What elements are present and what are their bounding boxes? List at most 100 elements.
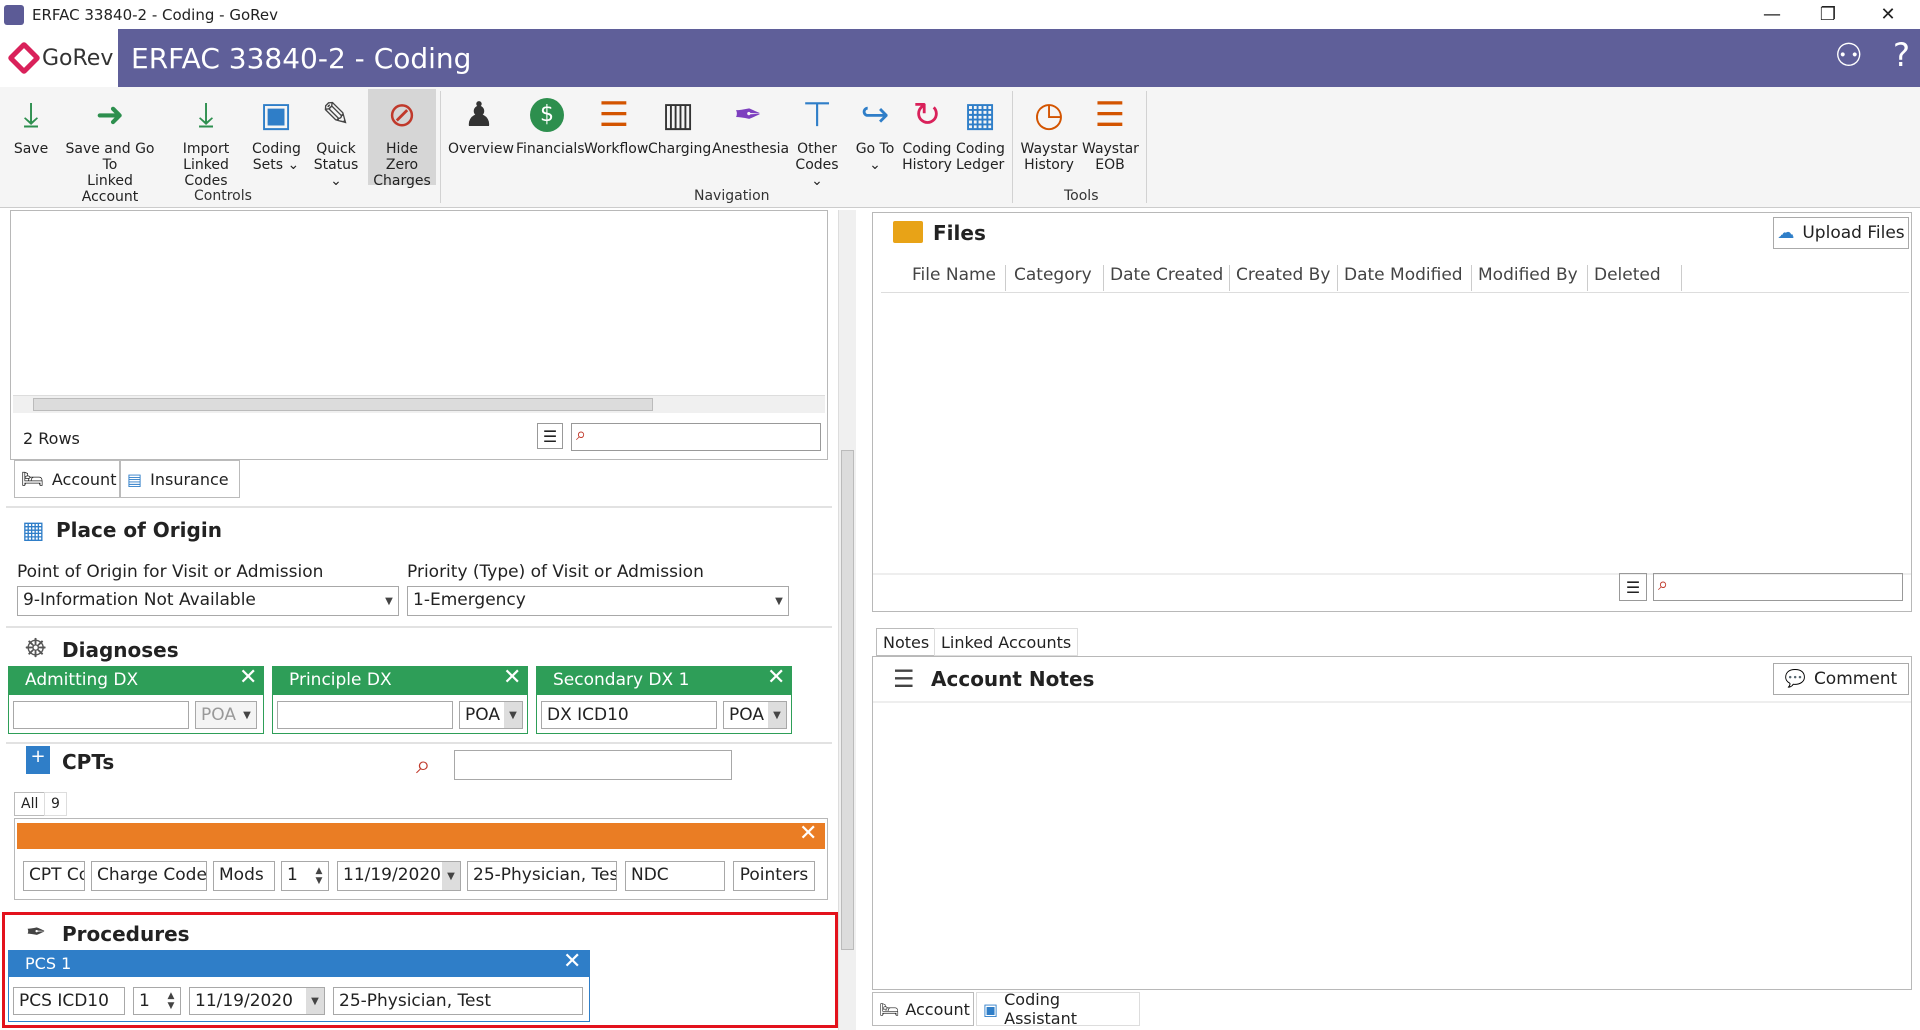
import-linked-codes-button[interactable]: ⤓ Import Linked Codes (164, 93, 248, 189)
cpt-card-header (17, 823, 825, 849)
close-icon[interactable]: ✕ (563, 949, 581, 974)
tab-notes[interactable]: Notes (876, 628, 937, 656)
restore-button[interactable]: ❐ (1800, 0, 1856, 29)
mods-input[interactable]: Mods (213, 861, 275, 891)
admitting-dx-poa-select[interactable]: POA ▼ (195, 701, 257, 729)
charge-code-input[interactable]: Charge Code (91, 861, 207, 891)
stepper-arrows-icon[interactable]: ▲ ▼ (310, 862, 328, 890)
logo-text: GoRev (42, 45, 114, 71)
priority-select[interactable]: 1-Emergency ▼ (407, 586, 789, 616)
column-created-by[interactable]: Created By (1230, 265, 1338, 291)
charging-button[interactable]: ▥ Charging (648, 93, 711, 157)
close-icon[interactable]: ✕ (239, 665, 257, 690)
menu-icon: ☰ (1625, 577, 1641, 597)
overview-button[interactable]: ♟ Overview (448, 93, 514, 157)
hierarchy-icon: ⊤ (802, 95, 832, 135)
app-window: ERFAC 33840-2 - Coding - GoRev — ❐ ✕ GoR… (0, 0, 1920, 1030)
bottom-tab-coding-assistant[interactable]: ▣ Coding Assistant (976, 990, 1140, 1028)
pcs-physician-input[interactable]: 25-Physician, Test (333, 987, 583, 1015)
admitting-dx-header: Admitting DX (9, 667, 263, 695)
minimize-button[interactable]: — (1744, 0, 1800, 29)
scrollbar-thumb[interactable] (841, 450, 854, 950)
secondary-dx-input[interactable]: DX ICD10 (541, 701, 717, 729)
principle-dx-input[interactable] (277, 701, 453, 729)
close-icon[interactable]: ✕ (503, 665, 521, 690)
close-icon[interactable]: ✕ (799, 821, 817, 846)
pcs-icd10-input[interactable]: PCS ICD10 (13, 987, 125, 1015)
grid-menu-button[interactable]: ☰ (537, 423, 563, 449)
ribbon-group-controls: Controls (194, 188, 252, 204)
bed-icon: 🛏 (21, 468, 44, 490)
cpt-physician-input[interactable]: 25-Physician, Test (467, 861, 617, 891)
ndc-input[interactable]: NDC (625, 861, 725, 891)
horizontal-scrollbar[interactable] (13, 395, 825, 413)
anesthesia-button[interactable]: ✒ Anesthesia (712, 93, 789, 157)
other-codes-button[interactable]: ⊤ Other Codes ⌄ (792, 93, 842, 189)
cpts-heading: CPTs (62, 750, 115, 774)
go-to-button[interactable]: ↪ Go To ⌄ (852, 93, 898, 173)
cpt-date-input[interactable]: 11/19/2020 ▼ (337, 861, 461, 891)
save-button[interactable]: ⤓ Save (8, 93, 54, 157)
cpt-tab-9[interactable]: 9 (44, 792, 67, 816)
save-and-go-to-linked-account-button[interactable]: ➜ Save and Go To Linked Account (60, 93, 160, 205)
secondary-dx-poa-select[interactable]: POA ▼ (723, 701, 787, 729)
comment-icon: 💬 (1784, 669, 1806, 689)
tab-linked-accounts[interactable]: Linked Accounts (934, 628, 1079, 656)
close-icon[interactable]: ✕ (767, 665, 785, 690)
chevron-down-icon: ▼ (243, 709, 251, 721)
chevron-down-icon: ▼ (306, 988, 324, 1014)
diagnoses-icon: ☸ (24, 634, 48, 664)
coding-sets-button[interactable]: ▣ Coding Sets ⌄ (252, 93, 301, 173)
column-deleted[interactable]: Deleted (1588, 265, 1682, 291)
scrollbar-thumb[interactable] (33, 398, 653, 411)
comment-button[interactable]: 💬 Comment (1773, 663, 1909, 695)
stepper-arrows-icon[interactable]: ▲ ▼ (162, 988, 180, 1014)
divider (873, 701, 1911, 703)
column-category[interactable]: Category (1008, 265, 1104, 291)
cpt-tab-all[interactable]: All (14, 792, 46, 816)
cpt-search-icon[interactable]: ⌕ (416, 750, 431, 781)
bottom-tab-account[interactable]: 🛏 Account (872, 992, 974, 1026)
pcs-qty-stepper[interactable]: 1 ▲ ▼ (133, 987, 181, 1015)
window-title: ERFAC 33840-2 - Coding - GoRev (32, 5, 278, 24)
ribbon-group-tools: Tools (1064, 188, 1099, 204)
pcs-date-input[interactable]: 11/19/2020 ▼ (189, 987, 325, 1015)
left-vertical-scrollbar[interactable] (838, 210, 856, 1030)
divider (6, 506, 832, 508)
upload-files-button[interactable]: ☁ Upload Files (1773, 217, 1909, 249)
files-menu-button[interactable]: ☰ (1619, 573, 1647, 601)
column-date-created[interactable]: Date Created (1104, 265, 1230, 291)
principle-dx-poa-select[interactable]: POA ▼ (459, 701, 523, 729)
help-icon[interactable]: ? (1893, 36, 1910, 74)
coding-history-button[interactable]: ↻ Coding History (902, 93, 952, 173)
hide-zero-charges-button[interactable]: ⊘ Hide Zero Charges (368, 89, 436, 189)
admitting-dx-input[interactable] (13, 701, 189, 729)
waystar-history-button[interactable]: ◷ Waystar History (1018, 93, 1080, 173)
close-window-button[interactable]: ✕ (1860, 0, 1916, 29)
list-icon: ☰ (598, 95, 630, 135)
cpt-qty-stepper[interactable]: 1 ▲ ▼ (281, 861, 329, 891)
tab-account[interactable]: 🛏 Account (14, 460, 120, 498)
column-modified-by[interactable]: Modified By (1472, 265, 1588, 291)
ledger-icon: ▦ (963, 95, 997, 135)
point-of-origin-select[interactable]: 9-Information Not Available ▼ (17, 586, 399, 616)
account-notes-panel: ☰ Account Notes 💬 Comment (872, 656, 1912, 990)
grid-search-input[interactable]: ⌕ (571, 423, 821, 451)
column-date-modified[interactable]: Date Modified (1338, 265, 1472, 291)
quick-status-button[interactable]: ✎ Quick Status ⌄ (308, 93, 364, 189)
files-search-input[interactable]: ⌕ (1653, 573, 1903, 601)
waystar-eob-button[interactable]: ☰ Waystar EOB (1082, 93, 1139, 173)
principle-dx-card: Principle DX ✕ POA ▼ (272, 665, 528, 734)
financials-button[interactable]: $ Financials (516, 93, 585, 157)
cpt-code-input[interactable]: CPT Co (23, 861, 85, 891)
tab-insurance[interactable]: ▤ Insurance (120, 460, 240, 498)
pointers-button[interactable]: Pointers (733, 861, 815, 891)
user-account-icon[interactable]: ⚇ (1834, 36, 1863, 74)
header-icons: ⚇ ? (1834, 36, 1910, 74)
ribbon-separator (440, 91, 441, 203)
syringe-icon: ✒ (733, 95, 763, 135)
column-file-name[interactable]: File Name (906, 265, 1006, 291)
cpt-search-input[interactable] (454, 750, 732, 780)
coding-ledger-button[interactable]: ▦ Coding Ledger (956, 93, 1005, 173)
workflow-button[interactable]: ☰ Workflow (584, 93, 648, 157)
